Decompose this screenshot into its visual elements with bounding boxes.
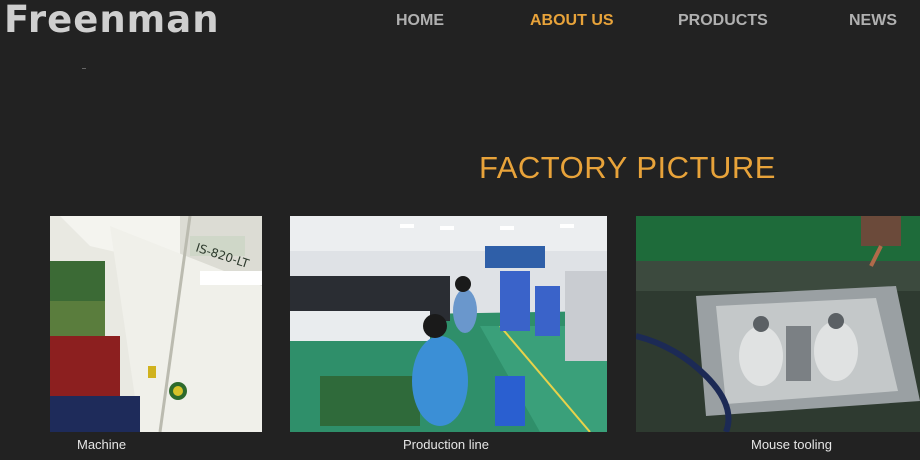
divider [82,68,86,69]
production-line-photo[interactable] [290,216,607,432]
caption-production-line: Production line [403,437,489,452]
nav-products[interactable]: PRODUCTS [678,9,768,33]
caption-machine: Machine [77,437,127,452]
caption-mouse-tooling: Mouse tooling [751,437,832,452]
mouse-tooling-photo[interactable] [636,216,920,432]
main-nav: HOME ABOUT US PRODUCTS NEWS [0,9,920,33]
nav-home[interactable]: HOME [396,9,444,33]
machine-photo[interactable]: IS-820-LT [50,216,262,432]
nav-news[interactable]: NEWS [849,9,897,33]
section-title: FACTORY PICTURE [479,150,776,185]
nav-about-us[interactable]: ABOUT US [530,9,614,33]
